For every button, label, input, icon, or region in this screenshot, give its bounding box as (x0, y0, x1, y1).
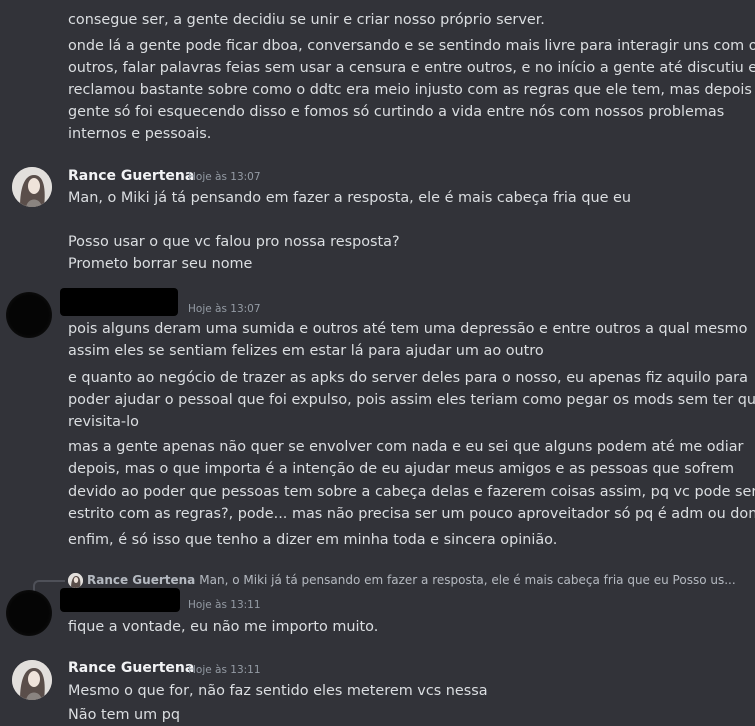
reply-author[interactable]: Rance Guertena (87, 573, 195, 587)
message-timestamp: Hoje às 13:11 (188, 599, 261, 611)
message-line: poder ajudar o pessoal que foi expulso, … (68, 392, 755, 408)
message-line: Posso usar o que vc falou pro nossa resp… (68, 234, 400, 250)
message-line: outros, falar palavras feias sem usar a … (68, 60, 755, 76)
message-line: assim eles se sentiam felizes em estar l… (68, 343, 544, 359)
message-line: Man, o Miki já tá pensando em fazer a re… (68, 190, 631, 206)
avatar-image-icon (68, 572, 83, 588)
reply-avatar (68, 572, 83, 588)
message-line: Mesmo o que for, não faz sentido eles me… (68, 683, 488, 699)
message-line: onde lá a gente pode ficar dboa, convers… (68, 38, 755, 54)
message-timestamp: Hoje às 13:07 (188, 171, 261, 183)
avatar[interactable] (6, 292, 52, 338)
avatar[interactable] (12, 660, 52, 700)
message-line: mas a gente apenas não quer se envolver … (68, 439, 744, 455)
message-line: fique a vontade, eu não me importo muito… (68, 619, 379, 635)
message-line: depois, mas o que importa é a intenção d… (68, 461, 735, 477)
message-line: revisita-lo (68, 414, 139, 430)
redacted-username (60, 288, 178, 316)
message-author[interactable]: Rance Guertena (68, 168, 194, 184)
message-line: pois alguns deram uma sumida e outros at… (68, 321, 748, 337)
message-timestamp: Hoje às 13:07 (188, 303, 261, 315)
redacted-username (60, 588, 180, 612)
message-line: enfim, é só isso que tenho a dizer em mi… (68, 532, 558, 548)
avatar[interactable] (6, 590, 52, 636)
message-line: Não tem um pq (68, 707, 181, 723)
message-line: internos e pessoais. (68, 126, 212, 142)
avatar-image-icon (12, 660, 52, 700)
message-timestamp: Hoje às 13:11 (188, 664, 261, 676)
message-line: consegue ser, a gente decidiu se unir e … (68, 12, 545, 28)
message-line: devido ao poder que pessoas tem sobre a … (68, 484, 755, 500)
reply-reference[interactable]: Rance Guertena Man, o Miki já tá pensand… (68, 571, 736, 589)
reply-preview[interactable]: Man, o Miki já tá pensando em fazer a re… (199, 573, 735, 587)
message-line: gente só foi esquecendo disso e fomos só… (68, 104, 725, 120)
message-author[interactable]: Rance Guertena (68, 660, 194, 676)
message-line: e quanto ao negócio de trazer as apks do… (68, 370, 748, 386)
avatar[interactable] (12, 167, 52, 207)
message-line: estrito com as regras?, pode... mas não … (68, 506, 755, 522)
message-line: reclamou bastante sobre como o ddtc era … (68, 82, 755, 98)
avatar-image-icon (12, 167, 52, 207)
message-line: Prometo borrar seu nome (68, 256, 253, 272)
